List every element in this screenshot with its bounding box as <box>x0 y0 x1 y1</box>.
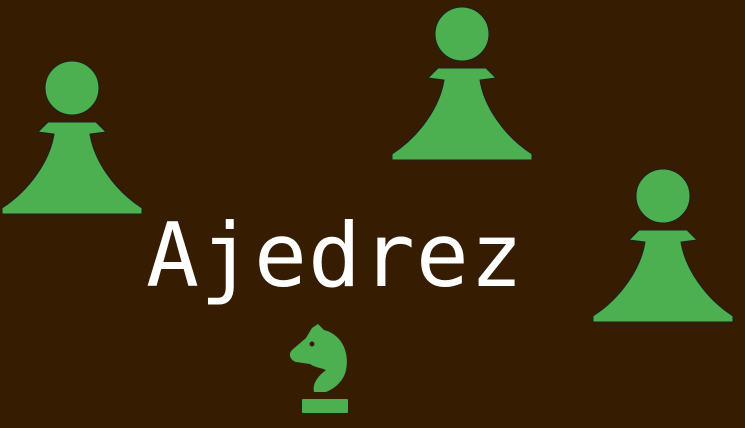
app-title: Ajedrez <box>146 204 524 307</box>
pawn-icon <box>2 60 143 215</box>
pawn-icon <box>593 168 734 323</box>
knight-icon <box>289 324 348 413</box>
pawn-icon <box>392 6 533 161</box>
